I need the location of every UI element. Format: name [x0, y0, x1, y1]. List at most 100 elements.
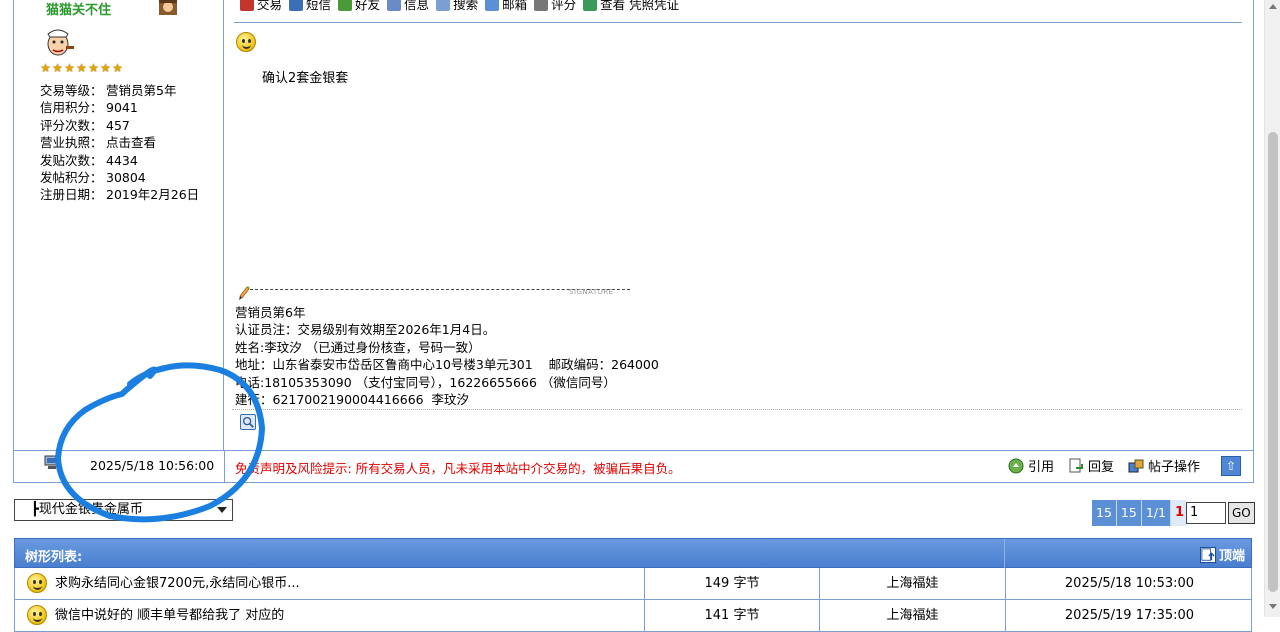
user-info-value: 457 [106, 117, 130, 133]
post-manage-button[interactable]: 帖子操作 [1128, 456, 1200, 475]
toolbar-item-friends[interactable]: 好友 [338, 0, 380, 13]
signature-text: 营销员第6年 认证员注：交易级别有效期至2026年1月4日。 姓名:李玟汐 （已通过… [235, 304, 659, 408]
friends-icon [338, 0, 353, 11]
signature-line: 认证员注：交易级别有效期至2026年1月4日。 [235, 322, 496, 338]
signature-line: 地址：山东省泰安市岱岳区鲁商中心10号楼3单元301 邮政编码：264000 [235, 357, 659, 373]
username[interactable]: 猫猫关不住 [46, 0, 111, 18]
user-info-value: 4434 [106, 152, 138, 168]
pager-total: 15 [1092, 500, 1117, 526]
tree-row: 求购永结同心金银7200元,永结同心银币... 149 字节 上海福娃 2025/5/… [14, 568, 1252, 600]
forum-jump-select[interactable]: ┣现代金银贵金属币 [14, 499, 233, 521]
toolbar-item-info[interactable]: 信息 [387, 0, 429, 13]
user-info-list: 交易等级： 营销员第5年 信用积分： 9041 评分次数： 457 营业执照： 点击查看 发贴次… [40, 82, 199, 204]
forum-jump-value: ┣现代金银贵金属币 [31, 502, 143, 517]
tree-cell-author[interactable]: 上海福娃 [820, 600, 1006, 631]
star-icon: ★ [100, 61, 111, 75]
post-actions: 引用 回复 帖子操作 [1008, 456, 1200, 475]
user-info-row: 评分次数： 457 [40, 117, 199, 134]
smiley-icon [236, 32, 256, 52]
toolbar-item-label: 交易 [257, 0, 283, 12]
user-info-label: 发贴次数： [40, 152, 103, 168]
toolbar-item-license[interactable]: 查看 凭照凭证 [583, 0, 679, 13]
rate-icon [534, 0, 549, 11]
user-info-row: 营业执照： 点击查看 [40, 134, 199, 151]
tree-cell-size: 149 字节 [645, 568, 820, 599]
back-to-top-button[interactable]: ⇧ [1221, 456, 1241, 476]
tree-cell-title[interactable]: 求购永结同心金银7200元,永结同心银币... [15, 568, 645, 599]
user-info-label: 信用积分： [40, 100, 103, 116]
star-icon: ★ [52, 61, 63, 75]
user-info-label: 评分次数： [40, 117, 103, 133]
tree-list-header: 树形列表: 顶端 [14, 538, 1252, 569]
reply-button[interactable]: 回复 [1068, 456, 1114, 475]
computer-icon [44, 455, 60, 469]
avatar[interactable] [40, 24, 76, 60]
toolbar-item-label: 评分 [551, 0, 577, 12]
toolbar-item-label: 邮箱 [502, 0, 528, 12]
toolbar-item-label: 短信 [306, 0, 332, 12]
post-footer-column-divider [224, 451, 225, 482]
scroll-up-icon[interactable] [1269, 4, 1277, 9]
top-link-label: 顶端 [1218, 549, 1245, 564]
toolbar-divider [234, 22, 1242, 23]
reply-icon [1069, 458, 1084, 472]
tree-row-title[interactable]: 微信中说好的 顺丰单号都给我了 对应的 [55, 608, 284, 623]
search-icon [436, 0, 451, 11]
signature-line: 电话:18105353090 （支付宝同号），16226655666 （微信同号… [235, 374, 616, 390]
toolbar-item-search[interactable]: 搜索 [436, 0, 478, 13]
user-info-value: 营销员第5年 [106, 83, 177, 98]
license-icon [583, 0, 598, 11]
chevron-down-icon [217, 507, 227, 513]
top-link[interactable]: 顶端 [1199, 545, 1245, 564]
star-icon: ★ [88, 61, 99, 75]
tree-cell-author[interactable]: 上海福娃 [820, 568, 1006, 599]
scrollbar-thumb[interactable] [1268, 132, 1278, 592]
pager-pages: 1/1 [1141, 500, 1171, 526]
user-info-row: 发帖积分： 30804 [40, 169, 199, 186]
quote-button[interactable]: 引用 [1008, 456, 1054, 475]
mail-icon [485, 0, 500, 11]
signature-line: 建行：6217002190004416666 李玟汐 [235, 392, 470, 408]
quote-icon [1008, 458, 1024, 473]
user-info-row: 信用积分： 9041 [40, 99, 199, 116]
user-info-label: 营业执照： [40, 135, 103, 151]
pager-per-page: 15 [1116, 500, 1142, 526]
toolbar-item-message[interactable]: 短信 [289, 0, 331, 13]
user-info-label: 注册日期： [40, 187, 103, 203]
pager-current-page[interactable]: 1 [1170, 500, 1186, 526]
toolbar-item-rate[interactable]: 评分 [534, 0, 576, 13]
signature-line: 姓名:李玟汐 （已通过身份核查，号码一致） [235, 339, 481, 355]
star-icon: ★ [76, 61, 87, 75]
tree-row-title[interactable]: 求购永结同心金银7200元,永结同心银币... [55, 576, 300, 591]
user-info-row: 注册日期： 2019年2月26日 [40, 186, 199, 203]
toolbar-item-label: 查看 凭照凭证 [600, 0, 680, 12]
smiley-icon [27, 605, 47, 625]
pagination: 15 15 1/1 1 1 GO [1092, 500, 1255, 526]
tree-list-title: 树形列表: [25, 550, 83, 565]
tree-cell-size: 141 字节 [645, 600, 820, 631]
star-icon: ★ [112, 61, 123, 75]
reply-label: 回复 [1088, 460, 1115, 475]
smiley-icon [27, 573, 47, 593]
user-info-row: 发贴次数： 4434 [40, 152, 199, 169]
post-body: 确认2套金银套 [262, 71, 349, 86]
quote-label: 引用 [1028, 460, 1055, 475]
signature-label: SIGNATURE [569, 288, 614, 296]
toolbar-item-trade[interactable]: 交易 [240, 0, 282, 13]
user-info-value[interactable]: 点击查看 [106, 134, 156, 151]
toolbar-item-label: 好友 [355, 0, 381, 12]
star-icon: ★ [40, 61, 51, 75]
toolbar-item-mail[interactable]: 邮箱 [485, 0, 527, 13]
tree-header-divider [1004, 539, 1005, 569]
message-icon [289, 0, 304, 11]
post-dotted-divider [232, 409, 1242, 410]
vertical-scrollbar[interactable] [1264, 0, 1280, 617]
small-avatar-icon [159, 0, 177, 15]
pencil-icon [239, 286, 250, 300]
scroll-down-icon[interactable] [1269, 604, 1277, 609]
page-number-input[interactable]: 1 [1185, 502, 1226, 524]
zoom-icon[interactable] [240, 414, 256, 430]
tree-cell-title[interactable]: 微信中说好的 顺丰单号都给我了 对应的 [15, 600, 645, 631]
user-info-row: 交易等级： 营销员第5年 [40, 82, 199, 99]
go-button[interactable]: GO [1227, 502, 1255, 524]
